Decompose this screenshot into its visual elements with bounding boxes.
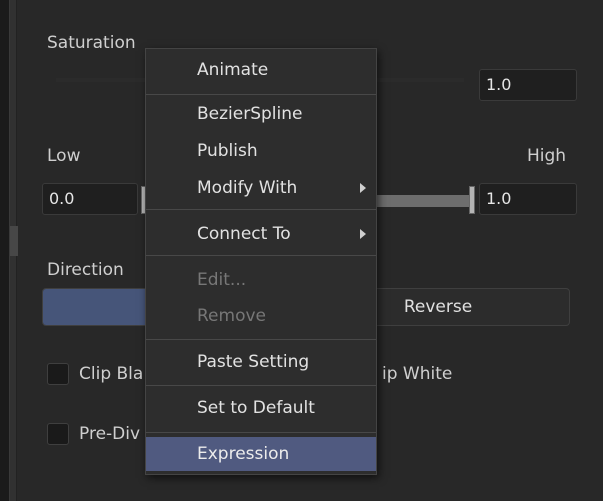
menu-item-label: Set to Default [197,398,315,418]
menu-item-label: Animate [197,60,269,80]
menu-item-modify-with[interactable]: Modify With [146,171,376,205]
reverse-button-label: Reverse [403,297,473,317]
clip-white-label: ip White [382,364,453,384]
high-label: High [527,146,567,166]
menu-separator [146,432,376,433]
menu-item-label: Remove [197,306,266,326]
submenu-arrow-icon [360,183,366,193]
low-label: Low [47,146,81,166]
menu-item-label: BezierSpline [197,104,303,124]
menu-separator [146,339,376,340]
pre-divide-label: Pre-Div [79,424,141,444]
menu-item-paste-setting[interactable]: Paste Setting [146,345,376,379]
menu-item-label: Connect To [197,224,291,244]
menu-separator [146,385,376,386]
menu-item-edit[interactable]: Edit... [146,263,376,297]
menu-item-publish[interactable]: Publish [146,134,376,168]
menu-item-animate[interactable]: Animate [146,53,376,87]
high-value-field[interactable]: 1.0 [479,183,577,215]
menu-separator [146,94,376,95]
left-edge [0,0,9,501]
saturation-label: Saturation [47,33,136,53]
menu-item-label: Paste Setting [197,352,310,372]
menu-item-label: Modify With [197,178,298,198]
menu-item-remove[interactable]: Remove [146,299,376,333]
direction-label: Direction [47,260,124,280]
submenu-arrow-icon [360,229,366,239]
menu-item-label: Publish [197,141,258,161]
low-value-field[interactable]: 0.0 [42,183,138,215]
menu-item-label: Expression [197,444,290,464]
high-slider-handle[interactable] [469,186,475,214]
context-menu: Animate BezierSpline Publish Modify With… [145,48,377,475]
pre-divide-checkbox[interactable] [47,423,69,445]
menu-item-connect-to[interactable]: Connect To [146,217,376,251]
range-slider-fill[interactable] [377,195,470,207]
clip-black-checkbox[interactable] [47,363,69,385]
menu-separator [146,255,376,256]
menu-item-set-to-default[interactable]: Set to Default [146,391,376,425]
menu-separator [146,209,376,210]
scrollbar-thumb[interactable] [10,226,18,256]
clip-black-label: Clip Bla [79,364,144,384]
menu-item-label: Edit... [197,270,247,290]
menu-item-bezierspline[interactable]: BezierSpline [146,97,376,131]
menu-item-expression[interactable]: Expression [146,437,376,471]
saturation-value-field[interactable]: 1.0 [479,69,577,101]
